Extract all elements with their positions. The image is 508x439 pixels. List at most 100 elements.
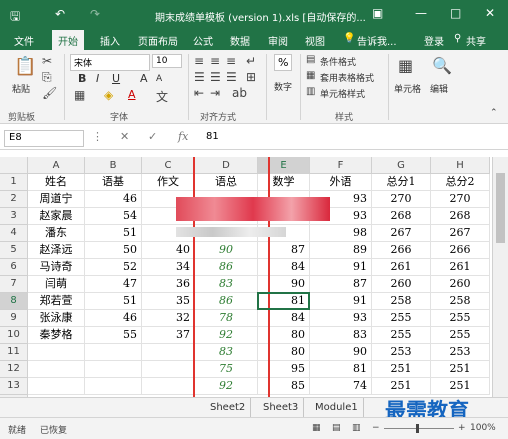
table-cell[interactable]: 93	[310, 310, 372, 327]
row-header[interactable]: 12	[0, 361, 28, 378]
table-cell[interactable]: 81	[310, 361, 372, 378]
table-cell[interactable]: 55	[85, 327, 142, 344]
table-cell[interactable]: 周道宁	[28, 191, 85, 208]
table-cell[interactable]: 36	[142, 276, 195, 293]
row-header[interactable]: 9	[0, 310, 28, 327]
align-center-icon[interactable]: ☰	[210, 70, 221, 84]
copy-icon[interactable]: ⎘	[42, 70, 52, 85]
table-cell[interactable]: 255	[431, 310, 490, 327]
share-button[interactable]: 共享	[466, 33, 486, 48]
orientation-icon[interactable]: ab	[232, 86, 247, 100]
table-cell[interactable]: 87	[310, 276, 372, 293]
fill-color-icon[interactable]: ◈	[104, 88, 113, 102]
table-cell[interactable]: 251	[431, 361, 490, 378]
tab-home[interactable]: 开始	[52, 30, 84, 50]
row-header[interactable]: 4	[0, 225, 28, 242]
font-color-button[interactable]: A	[128, 88, 136, 101]
table-cell[interactable]: 郑若萱	[28, 293, 85, 310]
row-header[interactable]: 10	[0, 327, 28, 344]
table-cell[interactable]: 255	[372, 327, 431, 344]
format-painter-icon[interactable]: 🖌	[42, 86, 57, 100]
table-cell[interactable]: 张泳康	[28, 310, 85, 327]
header-cell[interactable]: 总分2	[431, 174, 490, 191]
italic-button[interactable]: I	[96, 72, 99, 85]
header-cell[interactable]: 作文	[142, 174, 195, 191]
column-header[interactable]: H	[431, 157, 490, 174]
tab-insert[interactable]: 插入	[100, 33, 120, 48]
table-cell[interactable]: 37	[142, 327, 195, 344]
font-name-select[interactable]: 宋体	[70, 54, 150, 71]
header-cell[interactable]: 总分1	[372, 174, 431, 191]
table-cell[interactable]: 89	[310, 242, 372, 259]
row-header[interactable]: 11	[0, 344, 28, 361]
table-cell[interactable]: 258	[431, 293, 490, 310]
increase-indent-icon[interactable]: ⇥	[210, 86, 220, 100]
table-cell[interactable]: 253	[431, 344, 490, 361]
table-cell[interactable]: 270	[431, 191, 490, 208]
table-cell[interactable]	[28, 361, 85, 378]
zoom-out-icon[interactable]: −	[372, 423, 380, 433]
decrease-indent-icon[interactable]: ⇤	[194, 86, 204, 100]
page-layout-view-icon[interactable]: ▤	[332, 423, 341, 433]
table-cell[interactable]: 261	[431, 259, 490, 276]
align-right-icon[interactable]: ☰	[226, 70, 237, 84]
row-header[interactable]: 8	[0, 293, 28, 310]
wrap-text-icon[interactable]: ↵	[246, 54, 256, 68]
table-cell[interactable]	[28, 378, 85, 395]
column-header[interactable]: G	[372, 157, 431, 174]
find-icon[interactable]: 🔍	[432, 56, 452, 75]
phonetic-icon[interactable]: 文	[156, 88, 168, 105]
table-cell[interactable]	[85, 378, 142, 395]
name-box[interactable]: E8	[4, 130, 84, 147]
tab-review[interactable]: 审阅	[268, 33, 288, 48]
table-cell[interactable]: 268	[431, 208, 490, 225]
table-cell[interactable]	[85, 361, 142, 378]
restore-button[interactable]: □	[450, 6, 461, 20]
row-header[interactable]: 13	[0, 378, 28, 395]
table-cell[interactable]	[142, 361, 195, 378]
paste-label[interactable]: 粘贴	[12, 82, 30, 95]
edit-button[interactable]: 编辑	[430, 82, 448, 95]
table-cell[interactable]	[28, 344, 85, 361]
selected-cell[interactable]	[257, 292, 310, 310]
header-cell[interactable]: 姓名	[28, 174, 85, 191]
cancel-icon[interactable]: ✕	[120, 130, 129, 143]
table-cell[interactable]: 52	[85, 259, 142, 276]
undo-icon[interactable]: ↶	[55, 7, 65, 21]
table-cell[interactable]: 50	[85, 242, 142, 259]
tab-page-layout[interactable]: 页面布局	[138, 33, 178, 48]
table-cell[interactable]: 255	[372, 310, 431, 327]
save-icon[interactable]: 🖫	[10, 7, 20, 28]
header-cell[interactable]: 语基	[85, 174, 142, 191]
row-header[interactable]: 5	[0, 242, 28, 259]
header-cell[interactable]: 外语	[310, 174, 372, 191]
table-cell[interactable]: 251	[372, 361, 431, 378]
table-cell[interactable]: 266	[431, 242, 490, 259]
table-format-icon[interactable]: ▦	[306, 70, 315, 81]
sheet-tab-sheet2[interactable]: Sheet2	[205, 398, 252, 417]
column-header[interactable]: C	[142, 157, 195, 174]
align-top-icon[interactable]: ≡	[194, 54, 204, 68]
table-cell[interactable]: 255	[431, 327, 490, 344]
table-cell[interactable]: 赵家晨	[28, 208, 85, 225]
tab-formulas[interactable]: 公式	[193, 33, 213, 48]
align-left-icon[interactable]: ☰	[194, 70, 205, 84]
cut-icon[interactable]: ✂	[42, 54, 52, 68]
percent-button[interactable]: %	[274, 54, 293, 71]
column-header[interactable]: B	[85, 157, 142, 174]
table-cell[interactable]: 90	[310, 344, 372, 361]
table-cell[interactable]: 266	[372, 242, 431, 259]
cell-style-button[interactable]: 单元格样式	[320, 87, 365, 100]
table-cell[interactable]: 潘东	[28, 225, 85, 242]
table-cell[interactable]: 260	[431, 276, 490, 293]
table-cell[interactable]: 267	[372, 225, 431, 242]
border-icon[interactable]: ▦	[74, 88, 85, 102]
font-size-select[interactable]: 10	[152, 54, 182, 68]
table-cell[interactable]: 赵泽远	[28, 242, 85, 259]
collapse-ribbon-icon[interactable]: ⌃	[490, 108, 498, 118]
paste-icon[interactable]: 📋	[14, 56, 36, 77]
zoom-level[interactable]: 100%	[470, 423, 496, 433]
table-cell[interactable]: 46	[85, 191, 142, 208]
table-cell[interactable]: 54	[85, 208, 142, 225]
scroll-thumb[interactable]	[496, 173, 505, 243]
